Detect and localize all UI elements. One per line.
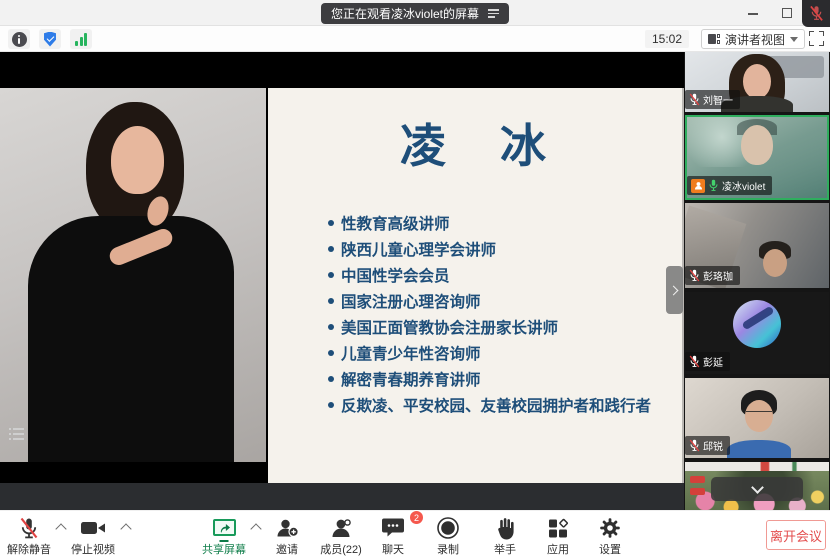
meeting-topbar: 15:02 演讲者视图 [0,26,830,52]
bottom-toolbar: 解除静音 停止视频 共享屏幕 [0,510,830,557]
slide-bullet: 国家注册心理咨询师 [328,288,651,314]
mic-options-chevron[interactable] [55,523,66,534]
info-icon [12,32,27,47]
share-bottom-strip [0,483,684,510]
chat-unread-badge: 2 [409,510,424,525]
camera-icon [80,516,106,540]
participant-name: 凌冰violet [722,178,765,193]
mic-muted-icon [689,269,700,282]
participant-namebar: 邱锐 [685,436,730,455]
share-screen-button[interactable]: 共享屏幕 [197,515,251,557]
fullscreen-button[interactable] [809,31,824,46]
participant-tile[interactable]: 彭珞珈 [685,203,829,288]
raise-hand-button[interactable]: 举手 [482,515,528,557]
presenter-photo [0,88,266,462]
gear-icon [598,516,622,540]
meeting-security-button[interactable] [39,29,61,49]
view-mode-button[interactable]: 演讲者视图 [701,29,805,49]
mic-muted-icon [689,93,700,106]
slide-bullet-list: 性教育高级讲师 陕西儿童心理学会讲师 中国性学会会员 国家注册心理咨询师 美国正… [328,210,651,418]
chat-button[interactable]: 2 聊天 [371,515,415,557]
hand-icon [494,516,516,540]
members-button[interactable]: 成员(22) [313,515,369,557]
participant-tile[interactable]: 刘智一 [685,52,829,112]
mic-on-icon [708,179,719,192]
signal-bars-icon [75,33,87,46]
maximize-button[interactable] [782,8,792,18]
participant-name: 彭珞珈 [703,268,733,283]
watching-screen-label: 您正在观看凌冰violet的屏幕 [331,5,479,22]
layout-icon [708,34,720,44]
participant-namebar: 凌冰violet [687,176,772,195]
video-options-chevron[interactable] [120,523,131,534]
participant-name: 邱锐 [703,438,723,453]
shield-icon [44,32,57,47]
scroll-more-participants-button[interactable] [711,477,803,501]
avatar [733,300,781,348]
shared-screen-area: 凌 冰 性教育高级讲师 陕西儿童心理学会讲师 中国性学会会员 国家注册心理咨询师… [0,52,684,510]
stop-video-button[interactable]: 停止视频 [66,515,120,557]
meeting-clock: 15:02 [645,30,689,48]
mic-muted-icon [809,5,824,22]
watching-screen-pill: 您正在观看凌冰violet的屏幕 [321,3,509,24]
share-options-chevron[interactable] [250,523,261,534]
slide-bullet: 儿童青少年性咨询师 [328,340,651,366]
participant-tile[interactable]: 邱锐 [685,378,829,458]
participant-name: 彭延 [703,354,723,369]
participant-tile-active-speaker[interactable]: 凌冰violet [685,115,829,200]
participant-name: 刘智一 [703,92,733,107]
settings-button[interactable]: 设置 [587,515,633,557]
slide-bullet: 解密青春期养育讲师 [328,366,651,392]
participant-tile-partial[interactable] [685,462,829,512]
person-add-icon [275,516,299,540]
apps-grid-icon [546,516,570,540]
participant-namebar: 彭珞珈 [685,266,740,285]
record-button[interactable]: 录制 [425,515,471,557]
slide-bullet: 反欺凌、平安校园、友善校园拥护者和践行者 [328,392,651,418]
apps-button[interactable]: 应用 [535,515,581,557]
list-menu-icon[interactable] [488,9,499,18]
minimize-button[interactable] [748,13,758,15]
slide-bullet: 中国性学会会员 [328,262,651,288]
host-person-badge-icon [691,179,705,193]
unmute-button[interactable]: 解除静音 [2,515,56,557]
chat-bubble-icon [381,517,405,539]
view-mode-label: 演讲者视图 [725,31,785,48]
invite-button[interactable]: 邀请 [264,515,310,557]
record-circle-icon [436,516,460,540]
presentation-slide: 凌 冰 性教育高级讲师 陕西儿童心理学会讲师 中国性学会会员 国家注册心理咨询师… [268,88,684,483]
meeting-info-button[interactable] [8,29,30,49]
participant-tile[interactable]: 彭延 [685,292,829,374]
floating-mic-status[interactable] [802,0,830,27]
sidebar-collapse-handle[interactable] [666,266,683,314]
share-screen-icon [213,519,236,536]
participants-sidebar: 刘智一 凌冰violet [684,52,830,512]
slide-bullet: 性教育高级讲师 [328,210,651,236]
slide-bullet: 美国正面管教协会注册家长讲师 [328,314,651,340]
slide-bullet: 陕西儿童心理学会讲师 [328,236,651,262]
slide-title: 凌 冰 [268,110,682,176]
window-titlebar: 您正在观看凌冰violet的屏幕 [0,0,830,26]
chevron-right-icon [669,285,679,295]
meeting-window: 您正在观看凌冰violet的屏幕 [0,0,830,557]
network-quality-button[interactable] [70,29,92,49]
list-marks-icon [9,428,24,440]
mic-muted-icon [689,439,700,452]
leave-meeting-button[interactable]: 离开会议 [766,520,826,550]
mic-muted-icon [689,355,700,368]
mic-muted-icon [17,516,41,540]
chevron-down-icon [790,37,798,42]
people-icon [329,516,353,540]
participant-namebar: 刘智一 [685,90,740,109]
participant-namebar: 彭延 [685,352,730,371]
chevron-down-icon [751,481,764,494]
